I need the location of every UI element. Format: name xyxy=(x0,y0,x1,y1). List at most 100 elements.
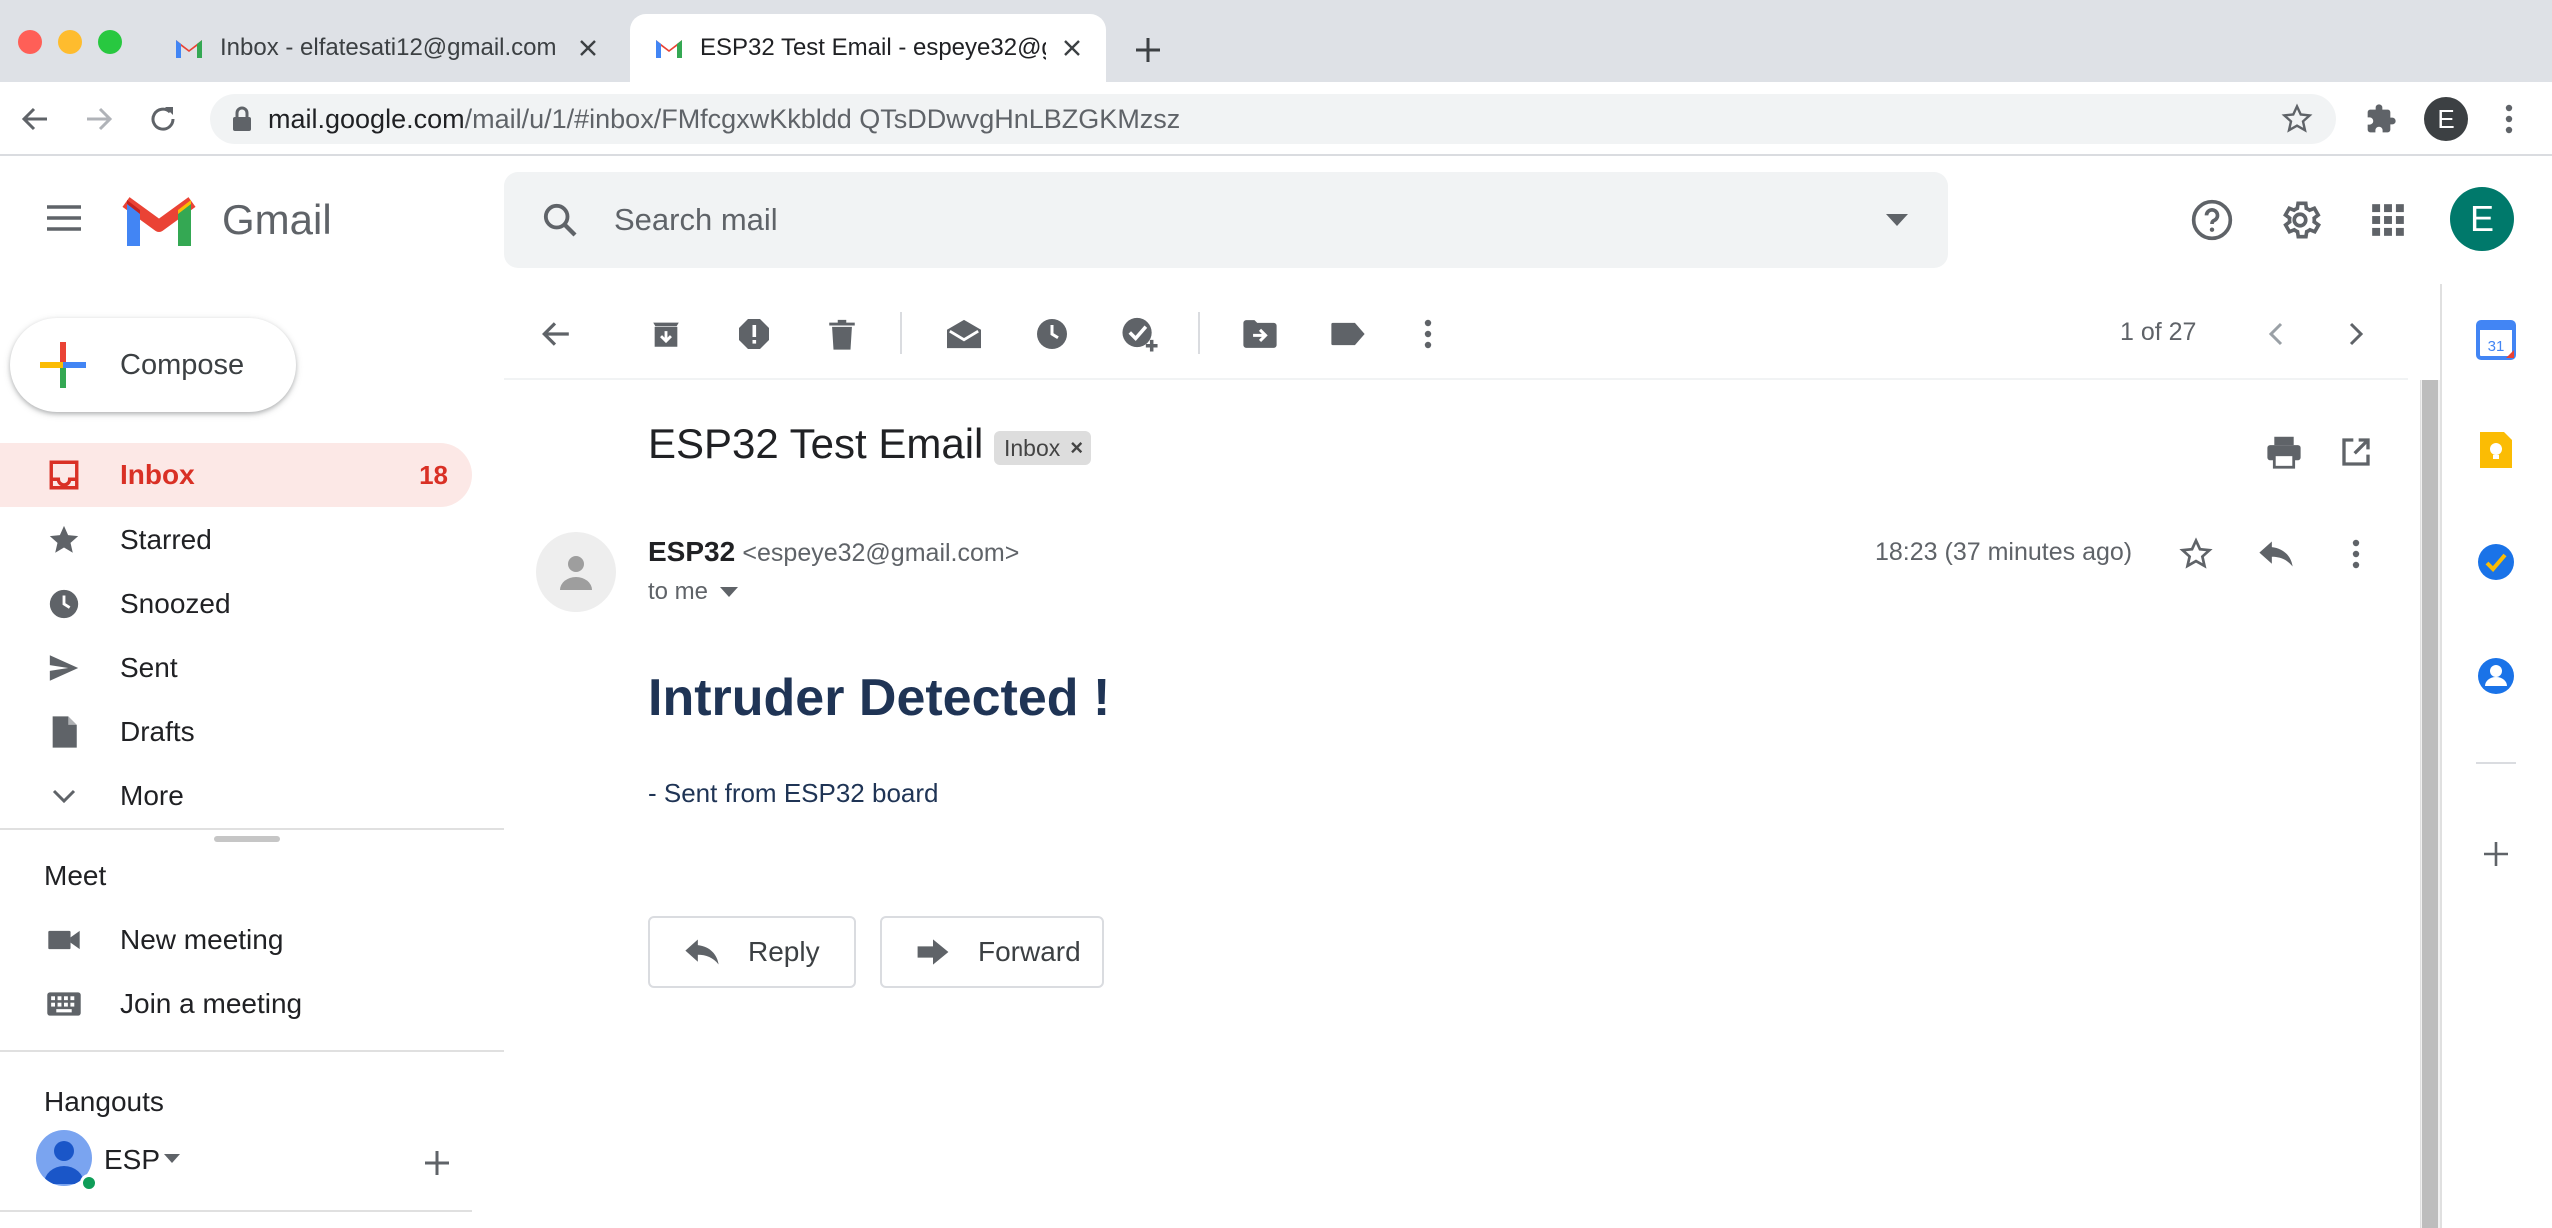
sidebar-item-sent[interactable]: Sent xyxy=(0,636,472,700)
sidebar-item-label: Drafts xyxy=(120,716,195,747)
sidebar-item-more[interactable]: More xyxy=(0,764,472,828)
gmail-favicon-icon xyxy=(654,36,684,60)
settings-gear-icon[interactable] xyxy=(2270,190,2330,250)
unread-count-badge: 18 xyxy=(419,459,448,490)
sidebar-item-label: Starred xyxy=(120,524,212,555)
label-tag-icon[interactable] xyxy=(1320,306,1376,362)
sidebar-item-snoozed[interactable]: Snoozed xyxy=(0,572,472,636)
clock-icon xyxy=(40,580,88,628)
star-message-icon[interactable] xyxy=(2168,526,2224,582)
chevron-down-icon xyxy=(40,772,88,820)
window-minimize-button[interactable] xyxy=(58,30,82,54)
remove-label-icon[interactable]: × xyxy=(1070,435,1083,461)
window-zoom-button[interactable] xyxy=(98,30,122,54)
back-icon[interactable] xyxy=(14,98,56,140)
back-to-inbox-icon[interactable] xyxy=(528,306,584,362)
reply-icon[interactable] xyxy=(2248,526,2304,582)
gmail-logo-icon[interactable] xyxy=(122,192,196,248)
keep-app-icon[interactable] xyxy=(2470,424,2522,476)
mark-unread-icon[interactable] xyxy=(936,306,992,362)
contacts-app-icon[interactable] xyxy=(2470,650,2522,702)
search-input[interactable]: Search mail xyxy=(614,202,1886,238)
sender-avatar[interactable] xyxy=(536,532,616,612)
search-options-dropdown-icon[interactable] xyxy=(1886,214,1908,226)
toolbar-separator xyxy=(1198,312,1200,354)
compose-button[interactable]: Compose xyxy=(10,318,296,412)
window-close-button[interactable] xyxy=(18,30,42,54)
tab-title: Inbox - elfatesati12@gmail.com xyxy=(220,34,557,61)
pagination-label: 1 of 27 xyxy=(2120,318,2197,346)
delete-trash-icon[interactable] xyxy=(814,306,870,362)
tasks-app-icon[interactable] xyxy=(2470,536,2522,588)
sidebar-item-drafts[interactable]: Drafts xyxy=(0,700,472,764)
address-bar[interactable]: mail.google.com/mail/u/1/#inbox/FMfcgxwK… xyxy=(210,94,2336,144)
forward-icon[interactable] xyxy=(78,98,120,140)
scrollbar-thumb[interactable] xyxy=(2422,380,2438,1228)
keyboard-icon xyxy=(40,980,88,1028)
sidebar-item-new-meeting[interactable]: New meeting xyxy=(0,908,472,972)
main-menu-hamburger-icon[interactable] xyxy=(36,190,92,246)
sidebar-divider xyxy=(0,1050,504,1052)
report-spam-icon[interactable] xyxy=(726,306,782,362)
sidebar-divider xyxy=(0,828,504,830)
url-text: mail.google.com/mail/u/1/#inbox/FMfcgxwK… xyxy=(268,103,1181,134)
browser-profile-avatar[interactable]: E xyxy=(2424,97,2468,141)
forward-arrow-icon xyxy=(916,938,950,966)
sidebar-item-label: New meeting xyxy=(120,924,284,955)
recipient-label: to me xyxy=(648,578,709,605)
inbox-label-chip[interactable]: Inbox × xyxy=(994,431,1092,465)
browser-tab-esp32[interactable]: ESP32 Test Email - espeye32@gmail.com xyxy=(630,14,1106,82)
archive-icon[interactable] xyxy=(638,306,694,362)
account-avatar[interactable]: E xyxy=(2450,187,2514,251)
tab-close-icon[interactable] xyxy=(1058,34,1086,62)
hangouts-status-dropdown-icon[interactable] xyxy=(164,1154,180,1164)
hangouts-add-icon[interactable] xyxy=(422,1148,452,1178)
email-subject: ESP32 Test Email xyxy=(648,420,984,467)
print-icon[interactable] xyxy=(2256,424,2312,480)
calendar-app-icon[interactable]: 31 xyxy=(2470,314,2522,366)
search-bar[interactable]: Search mail xyxy=(504,172,1948,268)
gmail-favicon-icon xyxy=(174,36,204,60)
new-tab-button[interactable] xyxy=(1126,28,1170,72)
sidebar-divider xyxy=(0,1210,472,1212)
browser-tab-inbox[interactable]: Inbox - elfatesati12@gmail.com xyxy=(150,14,622,82)
sender-name[interactable]: ESP32 xyxy=(648,536,735,567)
reply-button[interactable]: Reply xyxy=(648,916,856,988)
reload-icon[interactable] xyxy=(142,98,184,140)
newer-chevron-left-icon[interactable] xyxy=(2248,306,2304,362)
snooze-clock-icon[interactable] xyxy=(1024,306,1080,362)
get-addons-plus-icon[interactable] xyxy=(2470,828,2522,880)
message-timestamp: 18:23 (37 minutes ago) xyxy=(1875,538,2133,566)
sidebar-item-inbox[interactable]: Inbox 18 xyxy=(0,443,472,507)
sidebar-item-label: Join a meeting xyxy=(120,988,303,1019)
bookmark-star-icon[interactable] xyxy=(2276,98,2318,140)
add-to-tasks-icon[interactable] xyxy=(1112,306,1168,362)
extensions-puzzle-icon[interactable] xyxy=(2360,98,2402,140)
gmail-logo-text: Gmail xyxy=(222,196,332,243)
sidebar-item-join-meeting[interactable]: Join a meeting xyxy=(0,972,472,1036)
hangouts-heading: Hangouts xyxy=(44,1086,164,1117)
message-more-options-icon[interactable] xyxy=(2328,526,2384,582)
video-icon xyxy=(40,916,88,964)
compose-label: Compose xyxy=(120,348,245,381)
search-icon[interactable] xyxy=(540,200,580,240)
sender-email: <espeye32@gmail.com> xyxy=(742,539,1020,567)
recipient-dropdown-icon[interactable] xyxy=(720,587,739,597)
apps-grid-icon[interactable] xyxy=(2358,190,2418,250)
side-panel-divider xyxy=(2476,762,2516,764)
forward-button-label: Forward xyxy=(978,936,1081,967)
browser-menu-icon[interactable] xyxy=(2488,98,2530,140)
resize-handle[interactable] xyxy=(214,836,280,842)
help-icon[interactable] xyxy=(2182,190,2242,250)
open-in-new-window-icon[interactable] xyxy=(2328,424,2384,480)
sidebar-item-label: Inbox xyxy=(120,459,195,490)
recipient-details-toggle[interactable]: to me xyxy=(648,578,739,606)
draft-icon xyxy=(40,708,88,756)
tab-close-icon[interactable] xyxy=(574,34,602,62)
forward-button[interactable]: Forward xyxy=(880,916,1104,988)
sidebar-item-starred[interactable]: Starred xyxy=(0,508,472,572)
hangouts-user-name[interactable]: ESP xyxy=(104,1144,160,1176)
older-chevron-right-icon[interactable] xyxy=(2328,306,2384,362)
more-actions-icon[interactable] xyxy=(1400,306,1456,362)
move-to-icon[interactable] xyxy=(1232,306,1288,362)
